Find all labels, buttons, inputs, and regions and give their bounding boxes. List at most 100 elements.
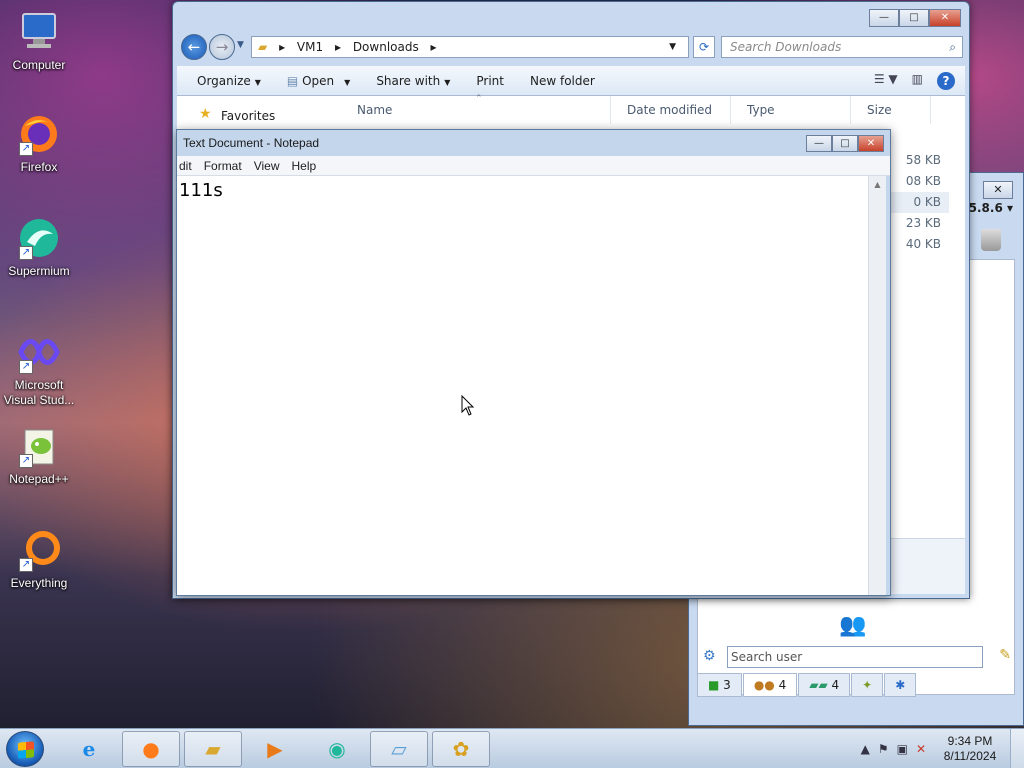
minimize-button[interactable]: — [806,135,832,152]
tab-users[interactable]: ●● 4 [742,673,798,697]
explorer-toolbar: Organize ▼ ▤ Open ▼ Share with ▼ Print New … [177,66,965,96]
maximize-button[interactable]: □ [832,135,858,152]
refresh-button[interactable]: ⟳ [693,36,715,58]
explorer-window-controls: — □ ✕ [869,9,961,27]
desktop-icon-label: Notepad++ [9,472,69,486]
nav-favorites[interactable]: Favorites [221,109,275,123]
shortcut-arrow-icon: ↗ [19,360,33,374]
chevron-down-icon: ▼ [444,77,451,87]
menu-edit[interactable]: dit [177,156,198,175]
menu-view[interactable]: View [248,156,286,175]
supermium-icon: ↗ [17,216,61,260]
desktop-icon-everything[interactable]: ↗ Everything [0,528,78,591]
help-icon[interactable]: ? [937,72,955,90]
taskbar-explorer[interactable]: ▰ [184,731,242,767]
desktop-icon-visual-studio[interactable]: ↗ Microsoft Visual Stud... [0,330,78,408]
trash-icon[interactable] [981,229,1001,251]
close-button[interactable]: ✕ [929,9,961,27]
broom-icon[interactable]: ✎ [999,647,1011,663]
taskbar-supermium[interactable]: ◉ [308,731,366,767]
internet-explorer-icon: e [82,737,96,761]
chat-version-label: 5.8.6 ▾ [968,201,1013,215]
breadcrumb-vm1[interactable]: VM1 [297,40,323,54]
notepad-title: Text Document - Notepad [183,136,320,150]
clock[interactable]: 9:34 PM 8/11/2024 [930,734,1010,764]
folder-icon: ▰ [258,40,268,54]
volume-muted-icon[interactable]: ✕ [916,742,926,756]
chat-close-button[interactable]: ✕ [983,181,1013,199]
breadcrumb-downloads[interactable]: Downloads [353,40,419,54]
search-user-input[interactable]: Search user [727,646,983,668]
print-button[interactable]: Print [476,74,504,88]
address-dropdown-icon[interactable]: ▼ [669,37,676,57]
group-icon: ✦ [862,678,873,692]
desktop-icon-notepadpp[interactable]: ↗ Notepad++ [0,424,78,487]
scroll-up-icon[interactable]: ▲ [869,180,886,189]
network-icon[interactable]: ▣ [897,742,908,756]
navigation-pane: ★ Favorites [177,96,337,126]
taskbar-notepad[interactable]: ▱ [370,731,428,767]
taskbar-media-player[interactable]: ▶ [246,731,304,767]
menu-format[interactable]: Format [198,156,248,175]
monitor-icon: ■ [708,678,720,692]
action-center-flag-icon[interactable]: ⚑ [878,742,889,756]
minimize-button[interactable]: — [869,9,899,27]
preview-pane-icon[interactable]: ▥ [912,72,923,90]
chat-search-row: ⚙ Search user ✎ [697,643,1015,673]
column-header-size[interactable]: Size [851,96,931,124]
shortcut-arrow-icon: ↗ [19,454,33,468]
chat-icon: ▰▰ [809,678,828,692]
breadcrumb-separator-icon: ▸ [430,40,437,54]
desktop-icon-firefox[interactable]: ↗ Firefox [0,112,78,175]
taskbar-firefox[interactable]: ● [122,731,180,767]
refresh-icon: ⟳ [698,40,710,54]
recent-pages-chevron-icon[interactable]: ▼ [237,40,244,50]
organize-button[interactable]: Organize ▼ [197,74,261,88]
media-player-icon: ▶ [267,737,283,761]
address-bar[interactable]: ▰ ▸ VM1 ▸ Downloads ▸ ▼ [251,36,689,58]
new-folder-button[interactable]: New folder [530,74,595,88]
settings-icon[interactable]: ⚙ [703,648,716,664]
firefox-icon: ↗ [17,112,61,156]
taskbar: e ● ▰ ▶ ◉ ▱ ✿ ▲ ⚑ ▣ ✕ 9:34 PM 8/11/2024 [0,728,1024,768]
column-header-type[interactable]: Type [731,96,851,124]
show-hidden-icons-icon[interactable]: ▲ [861,742,870,756]
clock-time: 9:34 PM [947,734,993,748]
file-size: 0 KB [889,192,949,213]
share-with-button[interactable]: Share with ▼ [376,74,450,88]
tab-chat[interactable]: ▰▰ 4 [798,673,851,697]
column-header-date-modified[interactable]: Date modified [611,96,731,124]
notepad-icon: ▱ [391,737,407,761]
supermium-icon: ◉ [328,737,346,761]
forward-button[interactable]: → [209,34,235,60]
notepadpp-icon: ↗ [17,424,61,468]
close-button[interactable]: ✕ [858,135,884,152]
desktop-icon-label: Everything [10,576,68,590]
tab-group[interactable]: ✦ [851,673,884,697]
users-icon: 👥 [839,613,867,638]
vertical-scrollbar[interactable]: ▲ [868,176,886,595]
shortcut-arrow-icon: ↗ [19,246,33,260]
maximize-button[interactable]: □ [899,9,929,27]
favorites-star-icon: ★ [199,106,212,122]
taskbar-ie[interactable]: e [60,731,118,767]
desktop-icon-label: Microsoft Visual Stud... [3,378,75,407]
file-size-column: 58 KB 08 KB 0 KB 23 KB 40 KB [889,150,949,255]
notepad-text-area[interactable]: 111s [177,176,868,595]
view-options-icon[interactable]: ☰ ▼ [874,72,898,90]
desktop-icon-supermium[interactable]: ↗ Supermium [0,216,78,279]
file-size: 58 KB [905,153,941,167]
notepad-menu-bar: dit Format View Help [177,156,890,176]
show-desktop-button[interactable] [1010,729,1024,768]
search-downloads-input[interactable]: Search Downloads ⌕ [721,36,963,58]
start-button[interactable] [6,731,44,767]
taskbar-chat-app[interactable]: ✿ [432,731,490,767]
tab-pin[interactable]: ✱ [884,673,917,697]
back-button[interactable]: ← [181,34,207,60]
desktop-icon-computer[interactable]: Computer [0,10,78,73]
menu-help[interactable]: Help [286,156,323,175]
tab-monitor[interactable]: ■ 3 [697,673,742,697]
open-button[interactable]: ▤ Open ▼ [287,74,350,88]
chevron-down-icon: ▼ [344,77,351,87]
folder-icon: ▰ [205,737,221,761]
